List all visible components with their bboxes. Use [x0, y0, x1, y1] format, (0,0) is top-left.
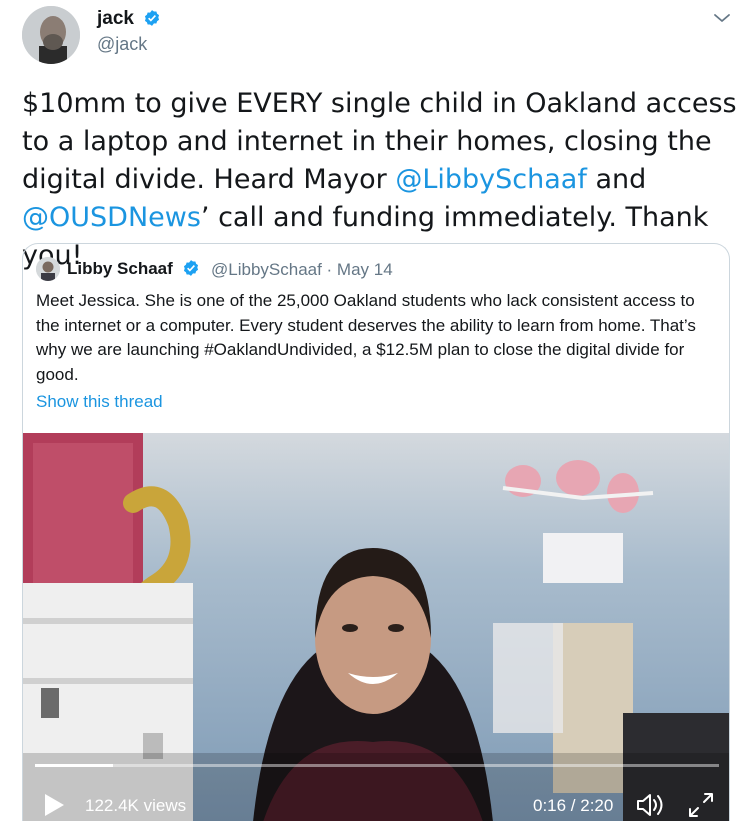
fullscreen-icon[interactable]	[687, 791, 715, 819]
quoted-author-name-text[interactable]: Libby Schaaf	[67, 259, 173, 278]
quoted-tweet-text: Meet Jessica. She is one of the 25,000 O…	[36, 291, 696, 384]
author-handle[interactable]: @jack	[97, 34, 147, 55]
tweet[interactable]: jack @jack $10mm to give EVERY single ch…	[0, 0, 751, 821]
video-progress-fill	[35, 764, 113, 767]
video-progress-bar[interactable]	[35, 764, 719, 767]
chevron-down-icon[interactable]	[710, 8, 734, 28]
author-name[interactable]: jack	[97, 8, 161, 33]
show-thread-link[interactable]: Show this thread	[36, 392, 163, 412]
quoted-handle-date[interactable]: @LibbySchaaf · May 14	[211, 260, 393, 280]
quoted-tweet[interactable]: Libby Schaaf @LibbySchaaf · May 14 Meet …	[22, 243, 730, 821]
author-name-text[interactable]: jack	[97, 8, 134, 29]
tweet-text-segment: and	[586, 164, 647, 195]
mention-libbyschaaf-link[interactable]: @LibbySchaaf	[395, 164, 587, 195]
quoted-author-name[interactable]: Libby Schaaf	[67, 259, 200, 282]
quoted-author-avatar[interactable]	[36, 257, 60, 281]
video-player[interactable]: 122.4K views 0:16 / 2:20	[23, 433, 729, 821]
volume-icon[interactable]	[635, 791, 665, 819]
verified-icon	[143, 9, 161, 33]
mention-ousdnews-link[interactable]: @OUSDNews	[22, 202, 201, 233]
verified-icon	[182, 259, 200, 282]
video-view-count: 122.4K views	[85, 796, 187, 815]
video-frame	[23, 433, 729, 821]
video-time: 0:16 / 2:20	[533, 796, 614, 815]
author-avatar[interactable]	[22, 6, 80, 64]
play-icon[interactable]	[43, 793, 65, 817]
